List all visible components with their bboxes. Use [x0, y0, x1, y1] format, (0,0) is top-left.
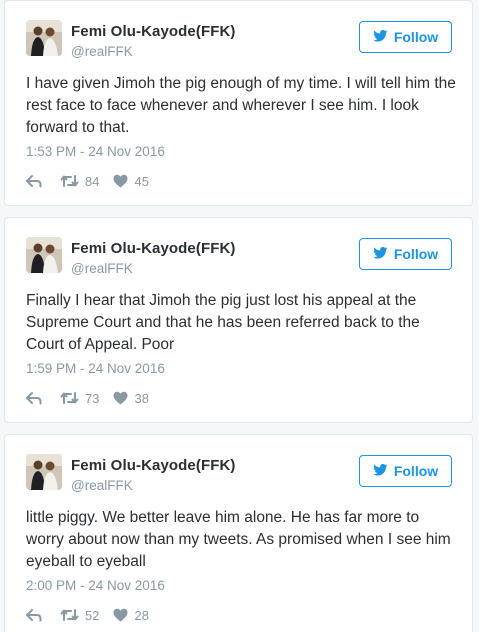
avatar[interactable] — [26, 20, 62, 56]
like-button[interactable]: 45 — [113, 173, 149, 189]
heart-icon — [113, 608, 128, 622]
like-count: 38 — [134, 390, 149, 406]
retweet-count: 52 — [85, 607, 100, 623]
heart-icon — [113, 174, 128, 188]
retweet-count: 73 — [85, 390, 100, 406]
reply-icon — [26, 608, 42, 622]
retweet-button[interactable]: 84 — [60, 174, 99, 189]
retweet-icon — [60, 174, 79, 188]
tweet-text: I have given Jimoh the pig enough of my … — [26, 75, 456, 136]
tweet-actions: 52 28 — [26, 607, 149, 623]
author-name[interactable]: Femi Olu-Kayode(FFK) — [71, 23, 236, 40]
follow-label: Follow — [393, 29, 439, 45]
heart-icon — [113, 391, 128, 405]
like-count: 45 — [134, 173, 149, 189]
tweet-actions: 73 38 — [26, 390, 149, 406]
author-handle[interactable]: @realFFK — [71, 44, 133, 59]
reply-button[interactable] — [26, 391, 42, 405]
follow-button[interactable]: Follow — [359, 238, 452, 270]
retweet-icon — [60, 608, 79, 622]
follow-button[interactable]: Follow — [359, 21, 452, 53]
retweet-button[interactable]: 52 — [60, 608, 99, 623]
tweet-card: Femi Olu-Kayode(FFK) @realFFK Follow I h… — [4, 0, 473, 206]
avatar[interactable] — [26, 237, 62, 273]
tweet-timestamp[interactable]: 1:59 PM - 24 Nov 2016 — [26, 361, 165, 376]
twitter-bird-icon — [373, 246, 388, 262]
follow-label: Follow — [393, 246, 439, 262]
author-handle[interactable]: @realFFK — [71, 261, 133, 276]
tweet-card: Femi Olu-Kayode(FFK) @realFFK Follow Fin… — [4, 217, 473, 423]
follow-button[interactable]: Follow — [359, 455, 452, 487]
author-name[interactable]: Femi Olu-Kayode(FFK) — [71, 240, 236, 257]
tweet-text: little piggy. We better leave him alone.… — [26, 509, 451, 570]
like-button[interactable]: 38 — [113, 390, 149, 406]
retweet-button[interactable]: 73 — [60, 391, 99, 406]
reply-icon — [26, 174, 42, 188]
reply-button[interactable] — [26, 608, 42, 622]
tweet-timestamp[interactable]: 1:53 PM - 24 Nov 2016 — [26, 144, 165, 159]
follow-label: Follow — [393, 463, 439, 479]
like-count: 28 — [134, 607, 149, 623]
avatar[interactable] — [26, 454, 62, 490]
retweet-icon — [60, 391, 79, 405]
tweet-card: Femi Olu-Kayode(FFK) @realFFK Follow lit… — [4, 434, 473, 632]
reply-icon — [26, 391, 42, 405]
author-name[interactable]: Femi Olu-Kayode(FFK) — [71, 457, 236, 474]
reply-button[interactable] — [26, 174, 42, 188]
tweet-timestamp[interactable]: 2:00 PM - 24 Nov 2016 — [26, 578, 165, 593]
retweet-count: 84 — [85, 173, 100, 189]
like-button[interactable]: 28 — [113, 607, 149, 623]
twitter-bird-icon — [373, 29, 388, 45]
tweet-text: Finally I hear that Jimoh the pig just l… — [26, 292, 420, 353]
tweet-actions: 84 45 — [26, 173, 149, 189]
author-handle[interactable]: @realFFK — [71, 478, 133, 493]
twitter-bird-icon — [373, 463, 388, 479]
